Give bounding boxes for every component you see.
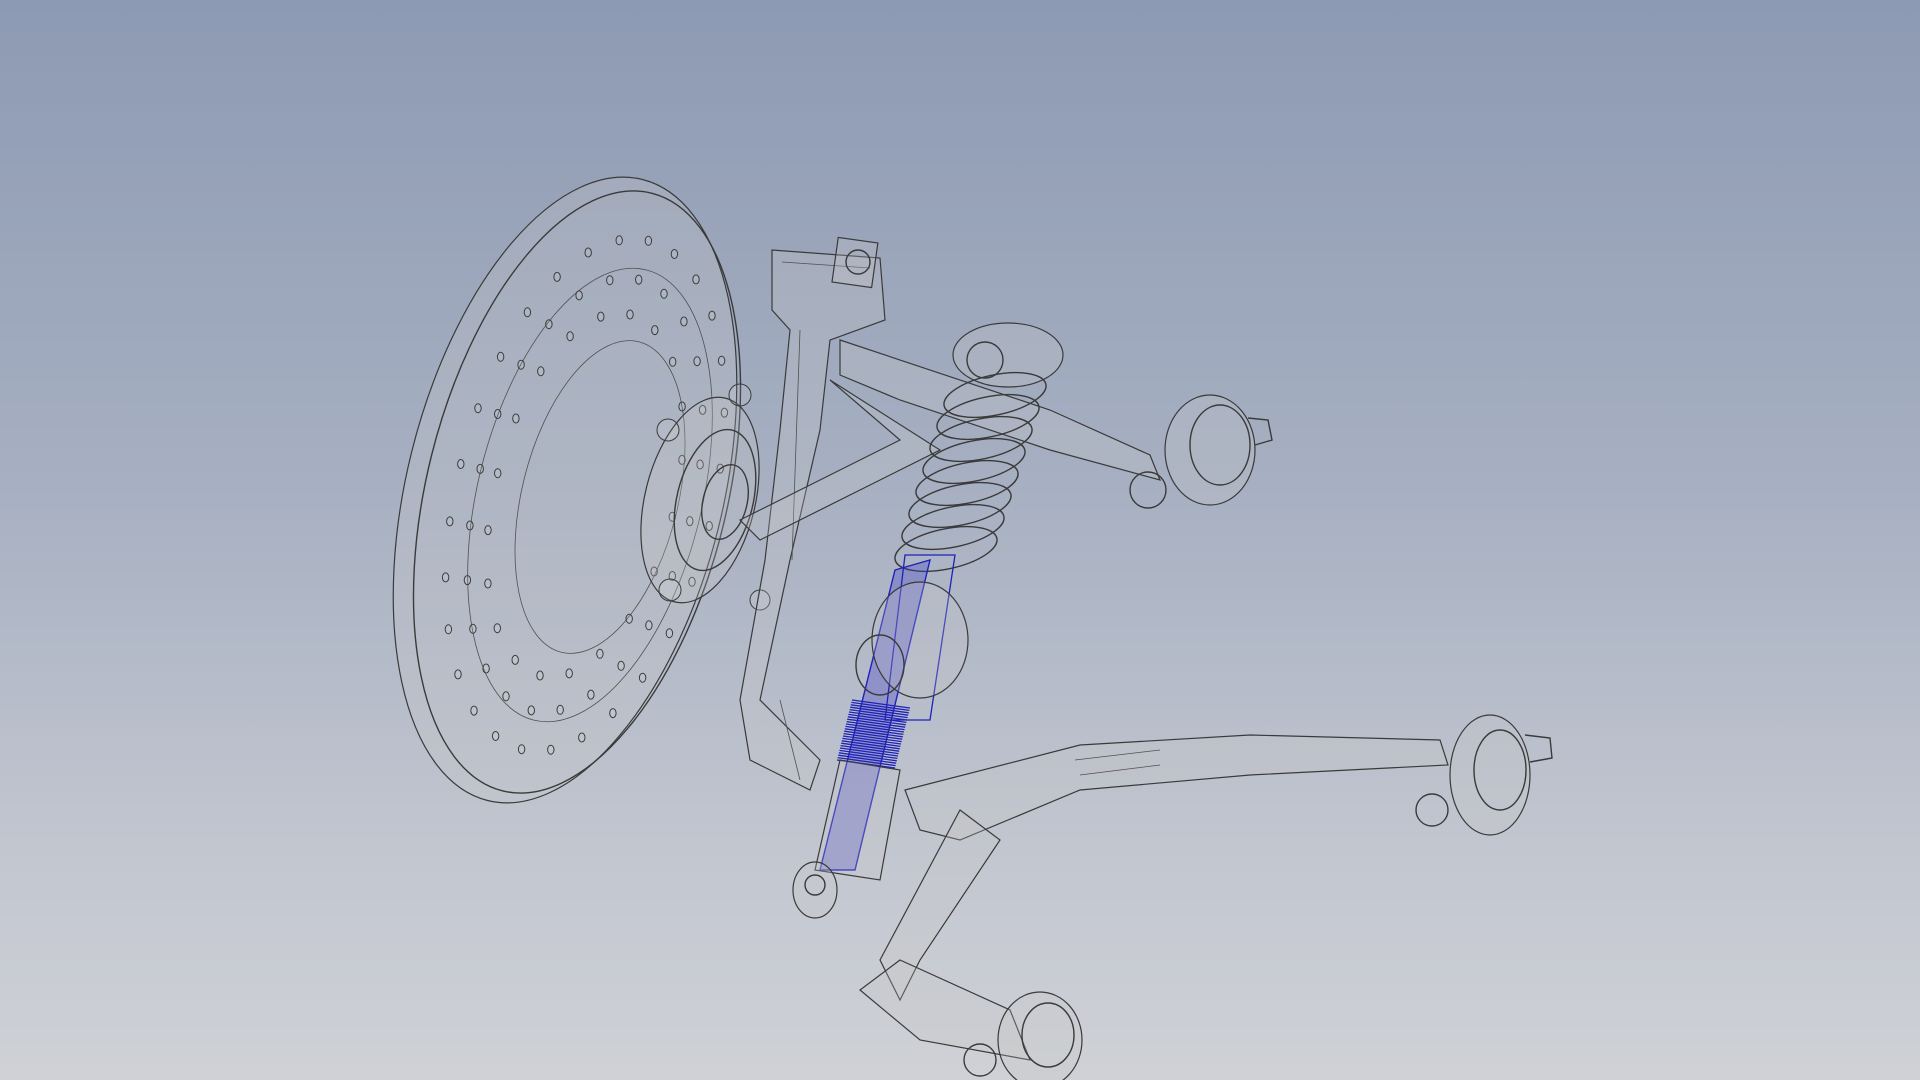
disc-hole [494, 468, 502, 479]
lower-wishbone[interactable] [792, 714, 1553, 1080]
disc-hole [660, 288, 668, 299]
disc-hole [609, 708, 617, 719]
disc-hole [496, 351, 505, 362]
disc-hole [474, 403, 482, 414]
disc-hole [596, 648, 604, 659]
disc-hole [578, 732, 586, 743]
disc-hole [446, 516, 454, 527]
disc-hole [625, 613, 633, 624]
disc-hole [511, 654, 519, 665]
disc-hole [494, 409, 502, 419]
disc-hole [708, 310, 716, 321]
disc-hole [670, 249, 679, 259]
disc-hole [484, 525, 492, 536]
disc-hole [470, 705, 478, 716]
disc-hole [484, 578, 492, 589]
disc-hole [517, 744, 526, 755]
disc-hole [626, 309, 634, 320]
disc-hole [587, 689, 595, 700]
disc-hole [606, 275, 614, 286]
disc-hole [457, 459, 465, 469]
disc-hole [493, 623, 501, 634]
disc-hole [597, 311, 605, 322]
disc-hole [615, 235, 623, 246]
disc-hole [463, 575, 472, 586]
disc-hole [512, 413, 520, 424]
graphics-viewport[interactable] [0, 0, 1920, 1080]
disc-hole [669, 356, 677, 367]
disc-hole [556, 704, 564, 715]
disc-hole [536, 670, 544, 681]
disc-hole [547, 744, 555, 755]
disc-hole [692, 274, 700, 285]
disc-hole [545, 319, 553, 330]
disc-hole [466, 520, 474, 531]
disc-hole [476, 463, 484, 474]
disc-hole [441, 572, 450, 583]
disc-hole [566, 331, 574, 342]
disc-hole [454, 669, 462, 680]
disc-hole [584, 247, 592, 258]
disc-hole [635, 274, 643, 285]
disc-hole [680, 316, 688, 327]
disc-hole [527, 705, 535, 716]
disc-hole [651, 325, 659, 336]
disc-hole [469, 623, 477, 634]
disc-hole [444, 624, 453, 635]
ball-joint-lower[interactable] [792, 861, 838, 919]
disc-hole [523, 307, 532, 318]
disc-hole [645, 620, 653, 631]
disc-hole [575, 290, 583, 301]
disc-hole [693, 356, 701, 367]
upper-bushing[interactable] [1129, 394, 1273, 509]
disc-hole [565, 668, 573, 679]
suspension-assembly-model[interactable] [0, 0, 1920, 1080]
disc-hole [537, 366, 545, 377]
disc-hole [678, 401, 686, 412]
disc-hole [617, 660, 625, 671]
disc-hole [665, 628, 674, 639]
disc-hole [717, 355, 726, 366]
lower-bushing-rear[interactable] [1415, 714, 1553, 836]
disc-hole [553, 271, 561, 282]
disc-hole [638, 672, 647, 683]
disc-hole [491, 731, 500, 741]
disc-hole [644, 235, 653, 246]
disc-hole [517, 359, 525, 370]
disc-hole [502, 691, 510, 702]
disc-hole [482, 663, 490, 674]
